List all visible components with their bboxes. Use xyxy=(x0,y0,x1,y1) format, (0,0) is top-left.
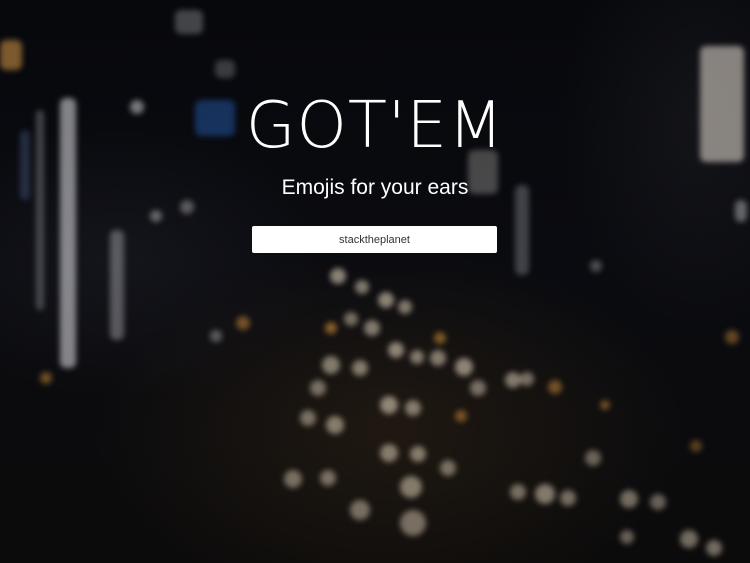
background-image: GOT'EM Emojis for your ears xyxy=(0,0,750,563)
page-title: GOT'EM xyxy=(245,89,505,163)
username-input[interactable] xyxy=(252,226,497,253)
page-subtitle: Emojis for your ears xyxy=(281,176,469,199)
hero-section: GOT'EM Emojis for your ears xyxy=(0,0,750,563)
